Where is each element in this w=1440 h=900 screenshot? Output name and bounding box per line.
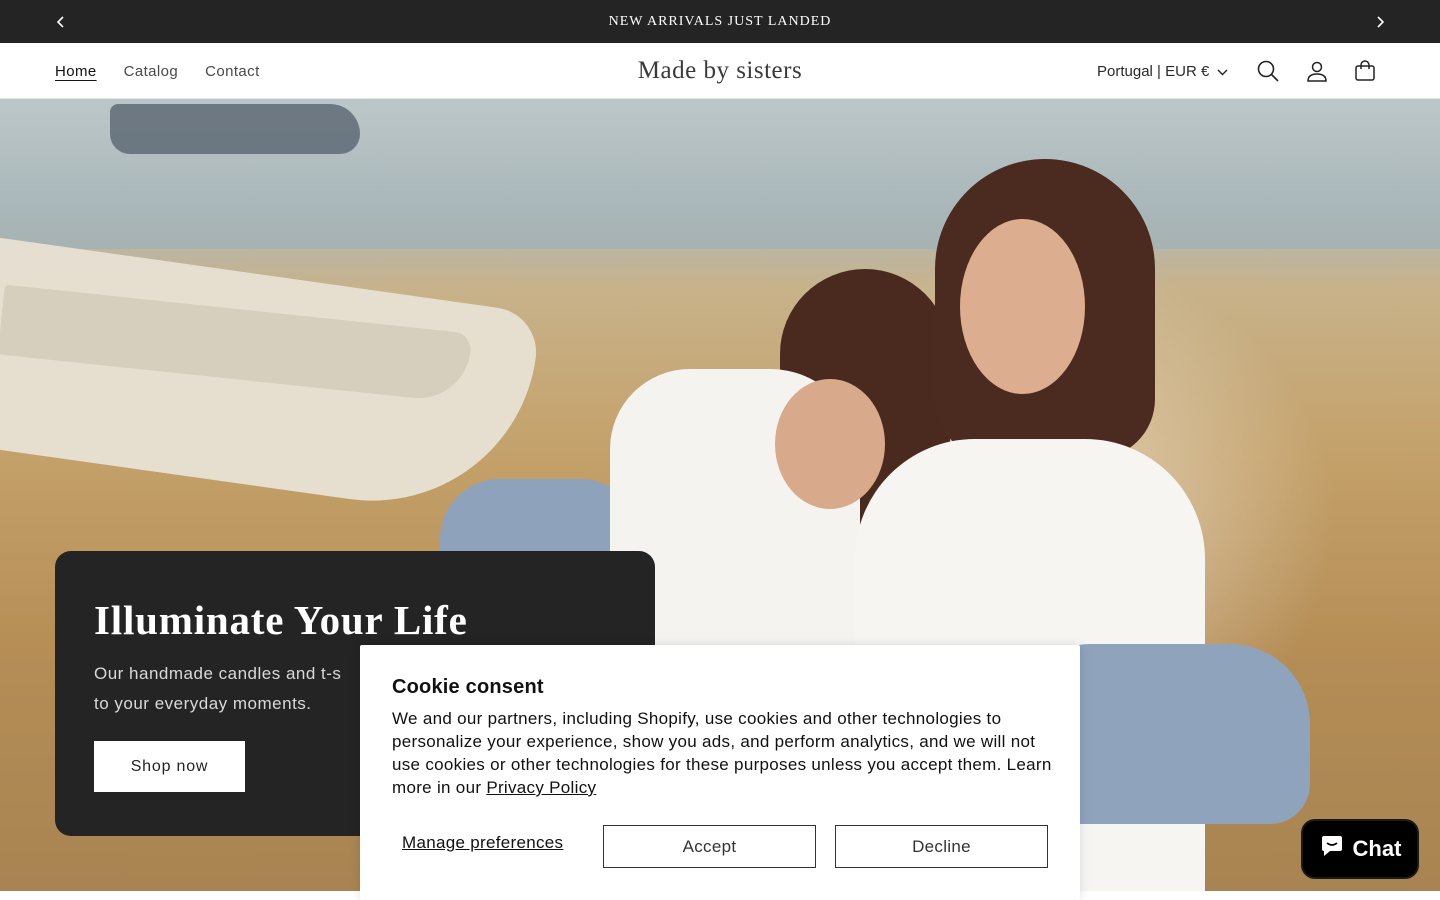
hero-image-boat-far	[110, 104, 360, 154]
chevron-down-icon	[1217, 63, 1228, 80]
decline-button[interactable]: Decline	[835, 825, 1048, 868]
account-icon[interactable]	[1293, 47, 1341, 95]
brand-logo[interactable]: Made by sisters	[560, 43, 880, 99]
locale-label: Portugal | EUR €	[1097, 62, 1210, 80]
site-header: Home Catalog Contact Made by sisters Por…	[0, 43, 1440, 99]
announcement-bar: NEW ARRIVALS JUST LANDED	[0, 0, 1440, 43]
chat-bubble-icon	[1319, 834, 1345, 864]
cookie-consent-dialog: Cookie consent We and our partners, incl…	[360, 645, 1080, 900]
announcement-text: NEW ARRIVALS JUST LANDED	[608, 13, 832, 29]
cookie-title: Cookie consent	[392, 676, 544, 698]
chat-button[interactable]: Chat	[1301, 819, 1419, 879]
nav-catalog[interactable]: Catalog	[124, 63, 179, 80]
main-nav: Home Catalog Contact	[55, 43, 260, 99]
hero-image-face-girl	[775, 379, 885, 509]
manage-preferences-link[interactable]: Manage preferences	[402, 833, 563, 853]
nav-contact[interactable]: Contact	[205, 63, 260, 80]
cookie-text: We and our partners, including Shopify, …	[392, 707, 1052, 799]
privacy-policy-link[interactable]: Privacy Policy	[486, 778, 596, 797]
nav-home[interactable]: Home	[55, 63, 97, 80]
accept-button[interactable]: Accept	[603, 825, 816, 868]
cart-icon[interactable]	[1341, 47, 1389, 95]
hero-title: Illuminate Your Life	[94, 597, 468, 643]
chat-label: Chat	[1352, 836, 1402, 861]
shop-now-button[interactable]: Shop now	[94, 741, 245, 792]
locale-selector[interactable]: Portugal | EUR €	[1097, 43, 1228, 99]
hero-image-face-woman	[960, 219, 1085, 394]
chevron-left-icon[interactable]	[39, 0, 82, 43]
chevron-right-icon[interactable]	[1358, 0, 1401, 43]
search-icon[interactable]	[1244, 47, 1292, 95]
